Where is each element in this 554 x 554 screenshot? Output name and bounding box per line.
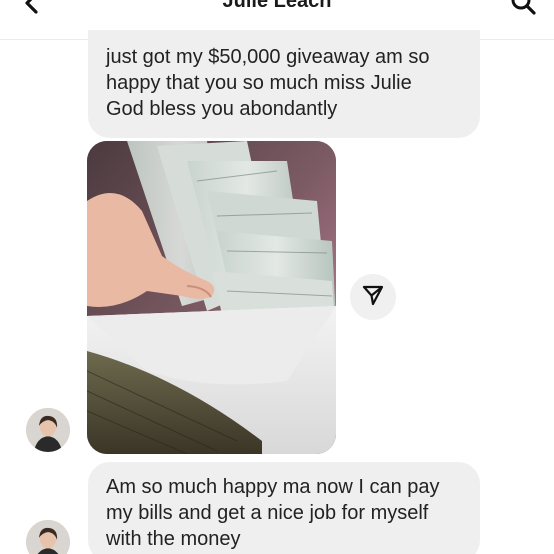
- message-bubble[interactable]: just got my $50,000 giveaway am so happy…: [88, 30, 480, 138]
- cash-photo-illustration: [87, 141, 336, 454]
- avatar[interactable]: [26, 408, 70, 452]
- message-line: Am so much happy ma now I can pay: [106, 476, 440, 498]
- profile-picture: [26, 408, 70, 452]
- message-line: just got my $50,000 giveaway am so: [106, 46, 430, 68]
- search-button[interactable]: [506, 0, 540, 21]
- message-line: God bless you abondantly: [106, 98, 338, 120]
- message-line: with the money: [106, 528, 241, 550]
- avatar[interactable]: [26, 520, 70, 554]
- chat-title[interactable]: Julie Leach: [0, 0, 554, 13]
- message-line: my bills and get a nice job for myself: [106, 502, 429, 524]
- send-icon: [361, 283, 385, 312]
- message-photo[interactable]: [87, 141, 336, 454]
- message-bubble[interactable]: Am so much happy ma now I can pay my bil…: [88, 462, 480, 554]
- message-line: happy that you so much miss Julie: [106, 72, 412, 94]
- share-button[interactable]: [350, 274, 396, 320]
- profile-picture: [26, 520, 70, 554]
- search-icon: [510, 0, 536, 20]
